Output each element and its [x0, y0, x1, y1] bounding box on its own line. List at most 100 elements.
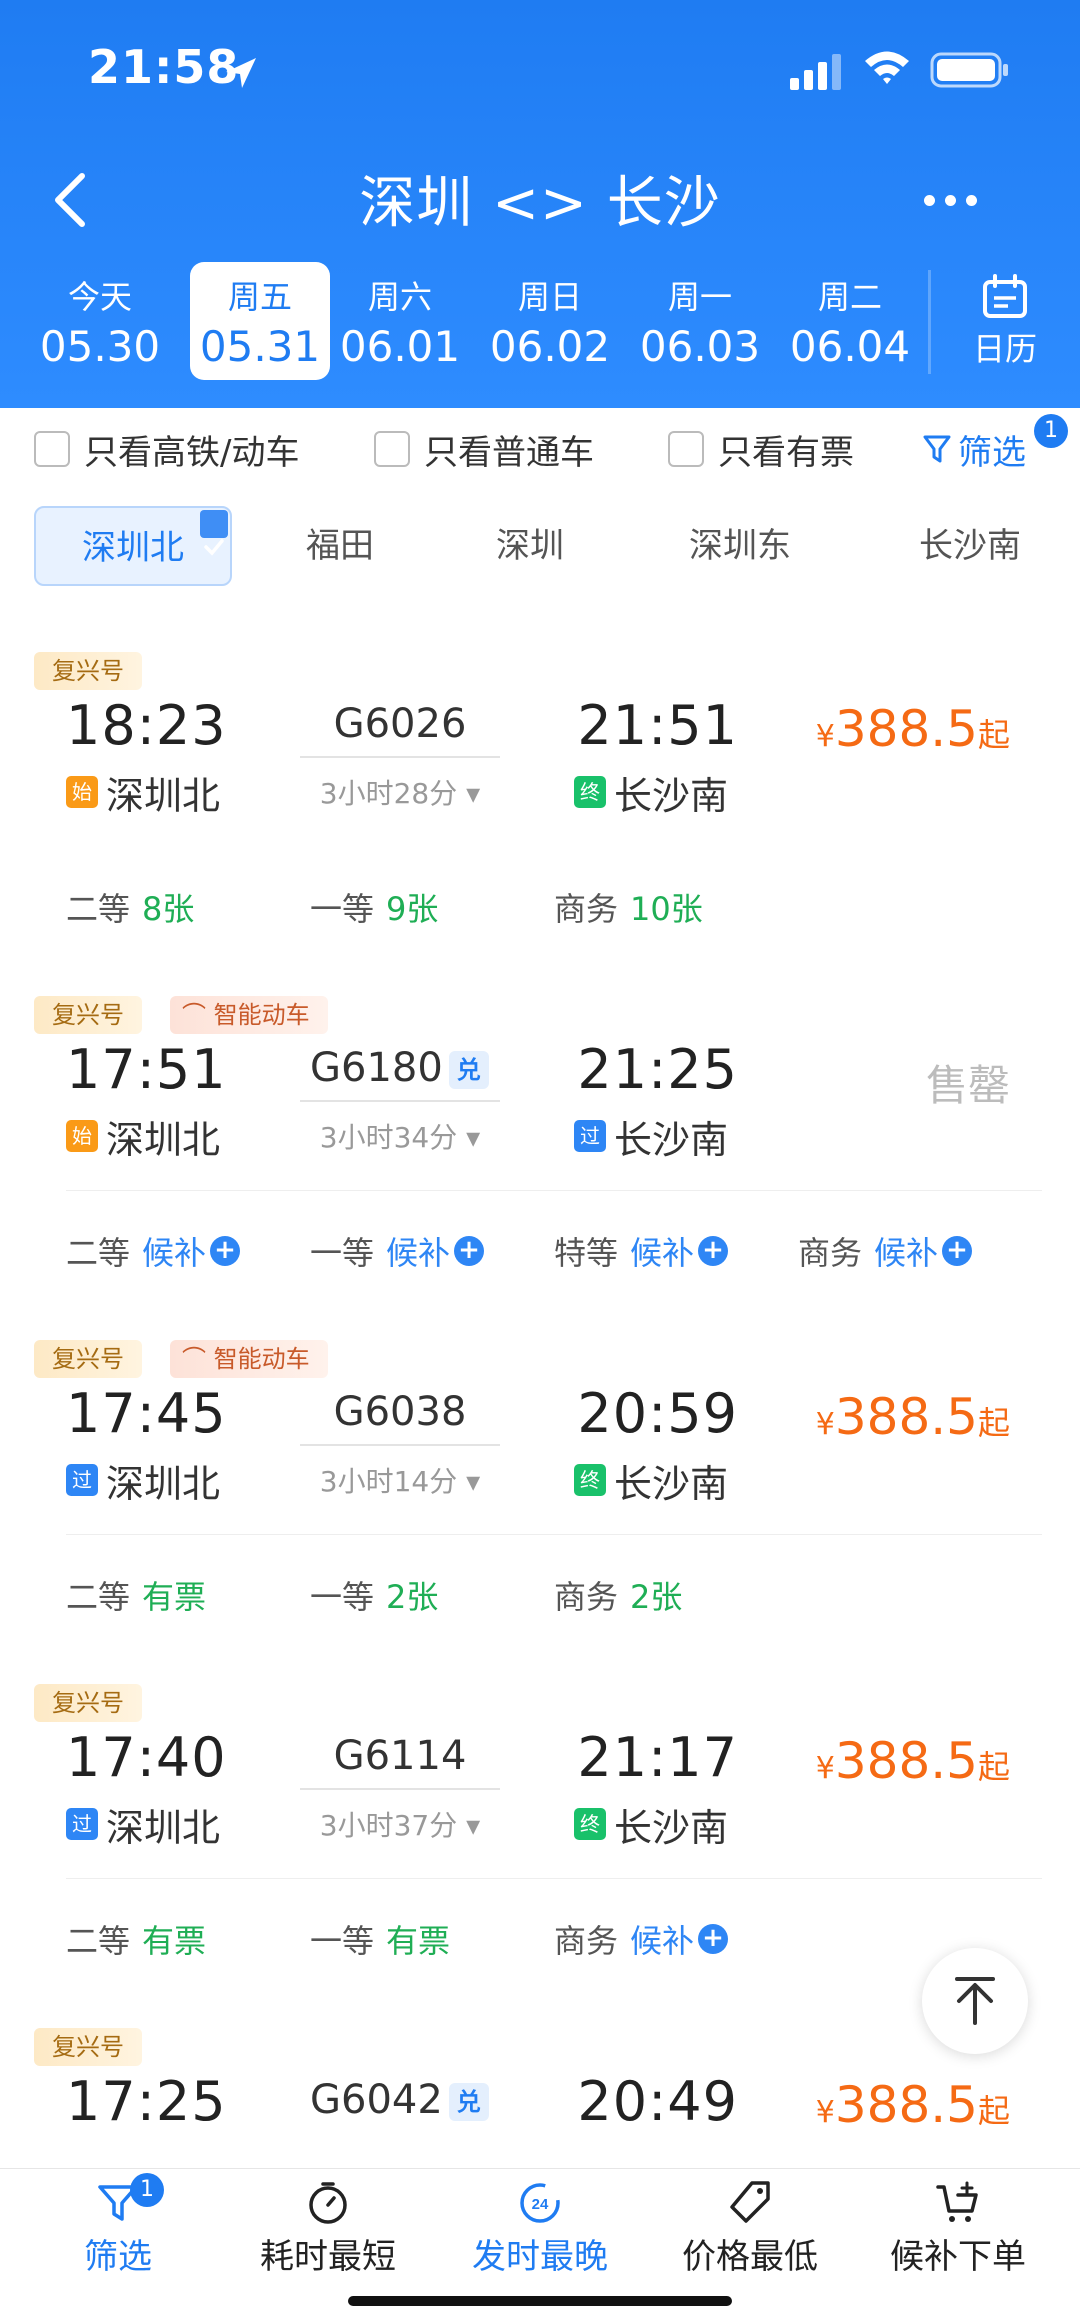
sort-cheapest-label: 价格最低: [682, 2237, 818, 2277]
sort-latest-button[interactable]: 24 发时最晚: [440, 2179, 640, 2278]
wifi-icon: [865, 51, 909, 84]
station-name: 深圳北: [106, 1117, 221, 1162]
back-to-top-button[interactable]: [922, 1948, 1028, 2054]
plus-icon: +: [210, 1236, 241, 1266]
station-name: 长沙南: [614, 773, 729, 818]
bottom-filter-label: 筛选: [84, 2237, 152, 2277]
svg-text:24: 24: [532, 2196, 549, 2213]
waitlist-seat[interactable]: 商务 候补 +: [798, 1228, 973, 1274]
station-tab[interactable]: 福田: [280, 506, 400, 586]
pass-station-icon: 过: [66, 1464, 98, 1496]
departure-time: 17:25: [66, 2070, 227, 2133]
duration-dropdown[interactable]: 3小时37分 ▾: [300, 1804, 500, 1844]
more-dot-icon: [923, 194, 935, 206]
date-weekday: 周六: [367, 278, 432, 316]
date-tab[interactable]: 周二 06.04: [780, 262, 920, 380]
waitlist-seat[interactable]: 一等 候补 +: [310, 1228, 485, 1274]
seat-availability: 二等 有票 一等 2张 商务 2张: [0, 1572, 1080, 1622]
duration-dropdown[interactable]: 3小时28分 ▾: [300, 772, 500, 812]
seat-availability: 二等 有票 一等 有票 商务 候补 +: [0, 1916, 1080, 1966]
caret-down-icon: ▾: [466, 1121, 481, 1154]
fuxing-tag: 复兴号: [34, 652, 142, 690]
nav-bar: 深圳 <> 长沙: [0, 150, 1080, 260]
sort-shortest-button[interactable]: 耗时最短: [228, 2179, 428, 2278]
back-button[interactable]: [30, 160, 110, 240]
station-tab-label: 深圳东: [689, 526, 791, 566]
station-tab[interactable]: 深圳: [470, 506, 590, 586]
caret-down-icon: ▾: [466, 777, 481, 810]
departure-time: 17:51: [66, 1038, 227, 1101]
chevron-left-icon: [55, 173, 85, 227]
station-name: 长沙南: [614, 1117, 729, 1162]
date-tab-selected[interactable]: 周五 05.31: [190, 262, 330, 380]
more-button[interactable]: [910, 170, 990, 230]
arrow-up-icon: [955, 1977, 995, 2025]
date-tab[interactable]: 今天 05.30: [30, 262, 170, 380]
available-only-checkbox[interactable]: 只看有票: [668, 426, 854, 473]
filter-button[interactable]: 筛选: [922, 426, 1026, 473]
clock-24-icon: 24: [520, 2183, 560, 2223]
station-tab-label: 长沙南: [919, 526, 1021, 566]
date-monthday: 05.30: [39, 322, 161, 371]
train-card[interactable]: 复兴号 18:23 G6026 21:51 ¥388.5起 始 深圳北 3小时2…: [0, 652, 1080, 996]
price: ¥388.5起: [815, 2076, 1010, 2134]
station-tab-label: 福田: [306, 526, 374, 566]
page-title: 深圳 <> 长沙: [359, 171, 721, 236]
price-tag-icon: [730, 2181, 770, 2223]
bottom-toolbar: 筛选 1 耗时最短 24 发时最晚 价格最低 候补下单: [0, 2168, 1080, 2307]
seat-class: 商务 2张: [554, 1578, 683, 1616]
plus-icon: +: [942, 1236, 973, 1266]
date-tab[interactable]: 周一 06.03: [630, 262, 770, 380]
waitlist-seat[interactable]: 二等 候补 +: [66, 1228, 241, 1274]
train-card[interactable]: 复兴号 ⌒ 智能动车 17:45 G6038 20:59 ¥388.5起 过 深…: [0, 1340, 1080, 1684]
arrival-time: 20:49: [577, 2070, 738, 2133]
departure-station: 始 深圳北: [66, 762, 220, 822]
departure-time: 17:40: [66, 1726, 227, 1789]
train-card[interactable]: 复兴号 ⌒ 智能动车 17:51 G6180 兑 21:25 售罄 始 深圳北 3…: [0, 996, 1080, 1340]
checkbox-label: 只看高铁/动车: [84, 432, 300, 473]
calendar-button[interactable]: 日历: [940, 262, 1070, 380]
waitlist-order-button[interactable]: 候补下单: [858, 2179, 1058, 2278]
header: 21:58 深圳 <> 长沙 今天 05.30 周五 05.31 周六 06.0…: [0, 0, 1080, 408]
date-tab[interactable]: 周六 06.01: [330, 262, 470, 380]
divider: [66, 1190, 1042, 1191]
checkbox-box: [668, 431, 704, 467]
date-monthday: 06.01: [339, 322, 461, 371]
cellular-signal-icon: [790, 54, 841, 90]
station-name: 长沙南: [614, 1805, 729, 1850]
date-tab[interactable]: 周日 06.02: [480, 262, 620, 380]
end-station-icon: 终: [574, 776, 606, 808]
train-card[interactable]: 复兴号 17:25 G6042 兑 20:49 ¥388.5起: [0, 2028, 1080, 2168]
station-name: 深圳北: [106, 773, 221, 818]
caret-down-icon: ▾: [466, 1809, 481, 1842]
status-bar: 21:58: [0, 0, 1080, 140]
station-tab[interactable]: 长沙南: [900, 506, 1040, 586]
waitlist-seat[interactable]: 商务 候补 +: [554, 1916, 729, 1962]
checkbox-label: 只看有票: [718, 432, 854, 473]
station-tab[interactable]: 深圳东: [670, 506, 810, 586]
waitlist-seat[interactable]: 特等 候补 +: [554, 1228, 729, 1274]
status-time: 21:58: [88, 40, 240, 94]
redeem-badge: 兑: [448, 2083, 489, 2121]
sort-cheapest-button[interactable]: 价格最低: [650, 2179, 850, 2278]
caret-down-icon: ▾: [466, 1465, 481, 1498]
train-card[interactable]: 复兴号 17:40 G6114 21:17 ¥388.5起 过 深圳北 3小时3…: [0, 1684, 1080, 2028]
station-tab-selected[interactable]: 深圳北: [34, 506, 232, 586]
train-icon: ⌒: [182, 1345, 206, 1373]
date-monthday: 06.02: [489, 322, 611, 371]
station-name: 深圳北: [106, 1461, 221, 1506]
arrival-time: 21:17: [577, 1726, 738, 1789]
filter-funnel-icon: [923, 435, 951, 463]
putong-only-checkbox[interactable]: 只看普通车: [374, 426, 594, 473]
seat-class: 二等 有票: [66, 1578, 207, 1616]
price: ¥388.5起: [815, 700, 1010, 758]
duration-dropdown[interactable]: 3小时14分 ▾: [300, 1460, 500, 1500]
calendar-label: 日历: [972, 330, 1037, 368]
duration-dropdown[interactable]: 3小时34分 ▾: [300, 1116, 500, 1156]
gaotie-only-checkbox[interactable]: 只看高铁/动车: [34, 426, 300, 473]
location-arrow-icon: [226, 58, 256, 88]
station-name: 深圳北: [106, 1805, 221, 1850]
arrival-station: 终 长沙南: [574, 1450, 728, 1510]
start-station-icon: 始: [66, 776, 98, 808]
bottom-filter-button[interactable]: 筛选: [18, 2179, 218, 2278]
